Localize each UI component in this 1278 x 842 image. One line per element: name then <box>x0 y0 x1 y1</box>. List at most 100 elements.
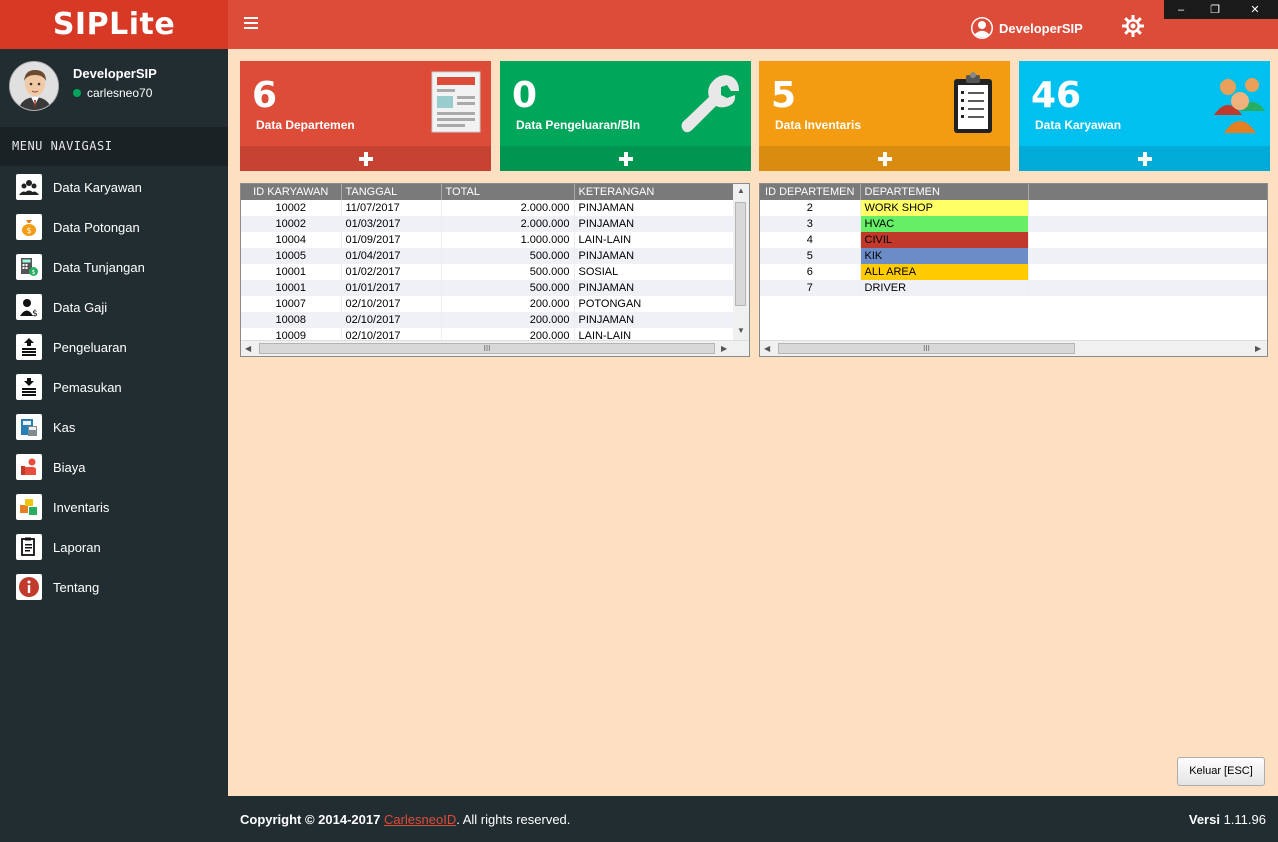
plus-icon <box>1137 151 1152 166</box>
table-row[interactable]: 10002 01/03/2017 2.000.000 PINJAMAN <box>241 216 736 232</box>
sidebar-item-label: Data Potongan <box>53 219 140 235</box>
sidebar-item-data-tunjangan[interactable]: $ Data Tunjangan <box>0 247 228 287</box>
cell-id: 7 <box>760 280 861 296</box>
column-header[interactable] <box>1028 184 1267 200</box>
column-header[interactable]: TOTAL <box>441 184 575 200</box>
table-row[interactable]: 10005 01/04/2017 500.000 PINJAMAN <box>241 248 736 264</box>
card-add-button[interactable] <box>240 146 491 171</box>
sidebar-item-kas[interactable]: Kas <box>0 407 228 447</box>
sidebar-item-label: Data Tunjangan <box>53 259 145 275</box>
scroll-down-icon[interactable]: ▼ <box>737 326 745 335</box>
sidebar-item-label: Data Gaji <box>53 299 108 315</box>
cell-id: 2 <box>760 200 861 216</box>
card-add-button[interactable] <box>759 146 1010 171</box>
departemen-table[interactable]: ID DEPARTEMEN DEPARTEMEN 2 WORK SHOP 3 HVA… <box>759 183 1268 357</box>
sidebar-item-pemasukan[interactable]: Pemasukan <box>0 367 228 407</box>
cell-id: 10008 <box>241 312 342 328</box>
cell-note: PINJAMAN <box>574 280 736 296</box>
cell-total: 500.000 <box>441 248 575 264</box>
minimize-button[interactable]: ‒ <box>1164 0 1198 19</box>
copyright-suffix: . All rights reserved. <box>456 812 571 827</box>
cell-departemen: HVAC <box>860 216 1029 232</box>
cell-total: 2.000.000 <box>441 200 575 216</box>
card-data-pengeluaran: 0 Data Pengeluaran/Bln <box>500 61 751 171</box>
table-row[interactable]: 10004 01/09/2017 1.000.000 LAIN-LAIN <box>241 232 736 248</box>
sidebar-item-data-karyawan[interactable]: Data Karyawan <box>0 167 228 207</box>
restore-button[interactable]: ❐ <box>1198 0 1232 19</box>
scroll-thumb[interactable] <box>735 202 746 306</box>
copyright-text: Copyright © 2014-2017 CarlesneoID. All r… <box>240 812 570 827</box>
cell-departemen: DRIVER <box>860 280 1029 296</box>
sidebar-item-tentang[interactable]: Tentang <box>0 567 228 607</box>
table-row[interactable]: 7 DRIVER <box>760 280 1267 296</box>
potongan-karyawan-table[interactable]: ID KARYAWAN TANGGAL TOTAL KETERANGAN 100… <box>240 183 750 357</box>
column-header[interactable]: DEPARTEMEN <box>860 184 1029 200</box>
window-controls: ‒ ❐ ✕ <box>1164 0 1278 19</box>
table-row[interactable]: 4 CIVIL <box>760 232 1267 248</box>
gear-icon[interactable] <box>1121 14 1145 43</box>
column-header[interactable]: ID DEPARTEMEN <box>760 184 861 200</box>
menu-header: MENU NAVIGASI <box>0 127 228 166</box>
card-data-inventaris: 5 Data Inventaris <box>759 61 1010 171</box>
wrench-icon <box>681 73 741 140</box>
table-row[interactable]: 10008 02/10/2017 200.000 PINJAMAN <box>241 312 736 328</box>
horizontal-scrollbar[interactable]: ◀ III ▶ <box>241 340 749 356</box>
cell-id: 6 <box>760 264 861 280</box>
column-header[interactable]: KETERANGAN <box>574 184 736 200</box>
vertical-scrollbar[interactable]: ▲ ▼ <box>733 184 749 340</box>
table-row[interactable]: 2 WORK SHOP <box>760 200 1267 216</box>
scroll-left-icon[interactable]: ◀ <box>764 344 770 353</box>
table-row[interactable]: 10001 01/02/2017 500.000 SOSIAL <box>241 264 736 280</box>
cell-note: POTONGAN <box>574 296 736 312</box>
card-add-button[interactable] <box>500 146 751 171</box>
sidebar-item-inventaris[interactable]: Inventaris <box>0 487 228 527</box>
table-row[interactable]: 10002 11/07/2017 2.000.000 PINJAMAN <box>241 200 736 216</box>
sidebar-item-data-gaji[interactable]: $ Data Gaji <box>0 287 228 327</box>
horizontal-scrollbar[interactable]: ◀ III ▶ <box>760 340 1267 356</box>
cost-hand-icon <box>16 454 42 480</box>
sidebar-item-pengeluaran[interactable]: Pengeluaran <box>0 327 228 367</box>
scroll-left-icon[interactable]: ◀ <box>245 344 251 353</box>
report-icon <box>16 534 42 560</box>
cell-date: 11/07/2017 <box>341 200 442 216</box>
table-row[interactable]: 6 ALL AREA <box>760 264 1267 280</box>
scroll-thumb[interactable]: III <box>778 343 1075 354</box>
scroll-right-icon[interactable]: ▶ <box>1255 344 1261 353</box>
sidebar-item-label: Laporan <box>53 539 101 555</box>
table-row[interactable]: 10001 01/01/2017 500.000 PINJAMAN <box>241 280 736 296</box>
cell-id: 5 <box>760 248 861 264</box>
cell-empty <box>1028 248 1267 264</box>
cell-note: PINJAMAN <box>574 248 736 264</box>
table-row[interactable]: 5 KIK <box>760 248 1267 264</box>
scroll-right-icon[interactable]: ▶ <box>721 344 727 353</box>
sidebar-item-laporan[interactable]: Laporan <box>0 527 228 567</box>
header-user-menu[interactable]: DeveloperSIP <box>970 16 1083 40</box>
keluar-button[interactable]: Keluar [ESC] <box>1177 757 1265 786</box>
cell-departemen: KIK <box>860 248 1029 264</box>
column-header[interactable]: TANGGAL <box>341 184 442 200</box>
svg-text:$: $ <box>26 226 31 235</box>
close-button[interactable]: ✕ <box>1232 0 1278 19</box>
card-count: 46 <box>1031 75 1082 116</box>
cell-date: 01/01/2017 <box>341 280 442 296</box>
card-title: Data Departemen <box>256 118 355 132</box>
cell-date: 02/10/2017 <box>341 296 442 312</box>
sidebar-item-biaya[interactable]: Biaya <box>0 447 228 487</box>
column-header[interactable]: ID KARYAWAN <box>241 184 342 200</box>
coins-out-icon <box>16 334 42 360</box>
menu-toggle-icon[interactable] <box>244 17 258 31</box>
table-row[interactable]: 3 HVAC <box>760 216 1267 232</box>
card-add-button[interactable] <box>1019 146 1270 171</box>
sidebar-user-name: DeveloperSIP <box>73 66 157 81</box>
scroll-thumb[interactable]: III <box>259 343 715 354</box>
cell-total: 500.000 <box>441 280 575 296</box>
copyright-link[interactable]: CarlesneoID <box>384 812 456 827</box>
sidebar-item-data-potongan[interactable]: $ Data Potongan <box>0 207 228 247</box>
sidebar-item-label: Kas <box>53 419 76 435</box>
top-navbar: DeveloperSIP ‒ ❐ ✕ <box>228 0 1278 49</box>
card-count: 0 <box>512 75 538 116</box>
cell-id: 10001 <box>241 264 342 280</box>
table-row[interactable]: 10007 02/10/2017 200.000 POTONGAN <box>241 296 736 312</box>
scroll-up-icon[interactable]: ▲ <box>737 186 745 195</box>
table-header-row: ID DEPARTEMEN DEPARTEMEN <box>760 184 1267 200</box>
